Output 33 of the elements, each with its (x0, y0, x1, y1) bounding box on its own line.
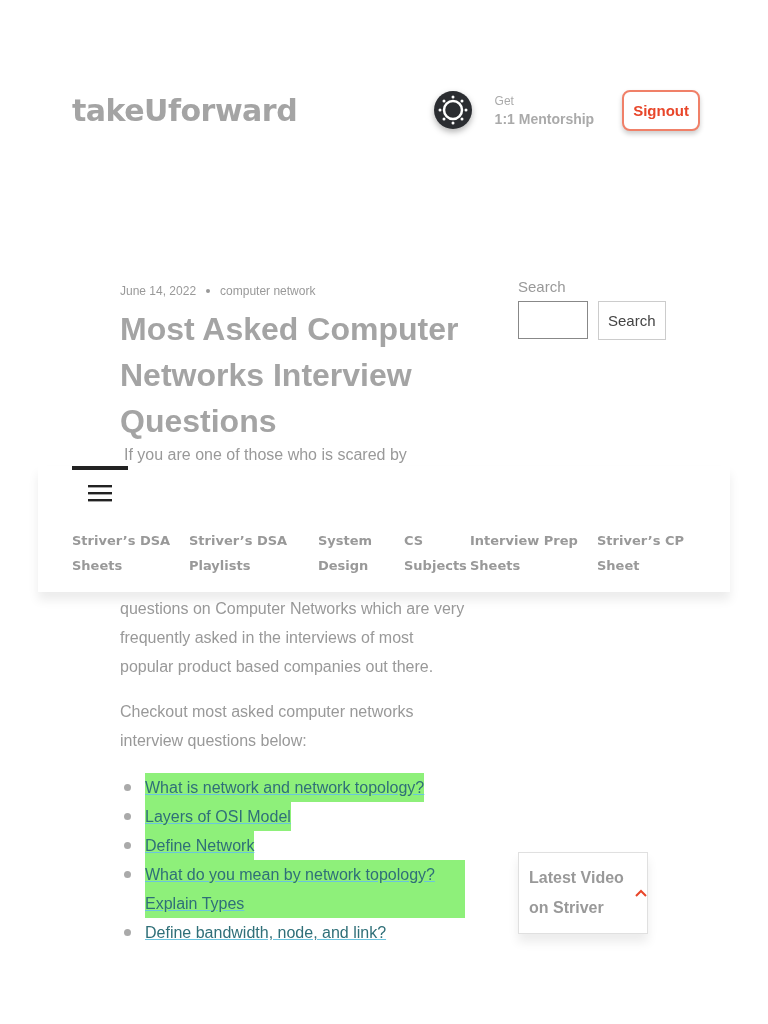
mentorship-link[interactable]: Get 1:1 Mentorship (494, 93, 595, 127)
bullet-dot (124, 842, 131, 849)
nav-item[interactable]: CS Subjects (404, 528, 470, 578)
bullet-dot (124, 813, 131, 820)
search-button[interactable]: Search (598, 301, 666, 340)
post-date: June 14, 2022 (120, 284, 197, 298)
sun-icon[interactable] (432, 90, 473, 130)
search-field[interactable] (518, 301, 588, 339)
question-link[interactable]: What is network and network topology? (145, 773, 425, 802)
question-link[interactable]: Layers of OSI Model (145, 802, 291, 831)
nav-item[interactable]: Interview Prep Sheets (470, 528, 597, 578)
search-label: Search (518, 278, 567, 295)
bullet-dot (124, 784, 131, 791)
latest-video-card[interactable]: Latest Video on Striver (518, 852, 648, 934)
question-link[interactable]: Define bandwidth, node, and link? (145, 918, 387, 947)
question-link[interactable]: What do you mean by network topology? Explain Types (145, 860, 465, 918)
category-link[interactable]: computer network (220, 284, 316, 298)
bullet-dot (124, 871, 131, 878)
nav-item[interactable]: System Design (318, 528, 404, 578)
bullet-dot (124, 929, 131, 936)
lead-text: Checkout most asked computer networks interview questions below: (120, 702, 415, 751)
signout-button[interactable]: Signout (622, 89, 700, 131)
separator-dot (206, 289, 211, 293)
menu-icon[interactable] (88, 484, 112, 502)
site-logo[interactable]: takeUforward (72, 92, 298, 128)
intro-text: If you are one of those who is scared by (123, 445, 408, 465)
nav-item[interactable]: Striver’s DSA Sheets (72, 528, 189, 578)
caret-icon[interactable] (635, 889, 647, 897)
intro-text: questions on Computer Networks which are very frequently asked in the interviews of most popular product based companies out there. (120, 599, 465, 677)
nav-item[interactable]: Striver’s CP Sheet (597, 528, 684, 578)
latest-video-title: Latest Video on Striver (529, 868, 625, 918)
article-title: Most Asked Computer Networks Interview Questions (120, 310, 460, 441)
nav-item[interactable]: Striver’s DSA Playlists (189, 528, 318, 578)
